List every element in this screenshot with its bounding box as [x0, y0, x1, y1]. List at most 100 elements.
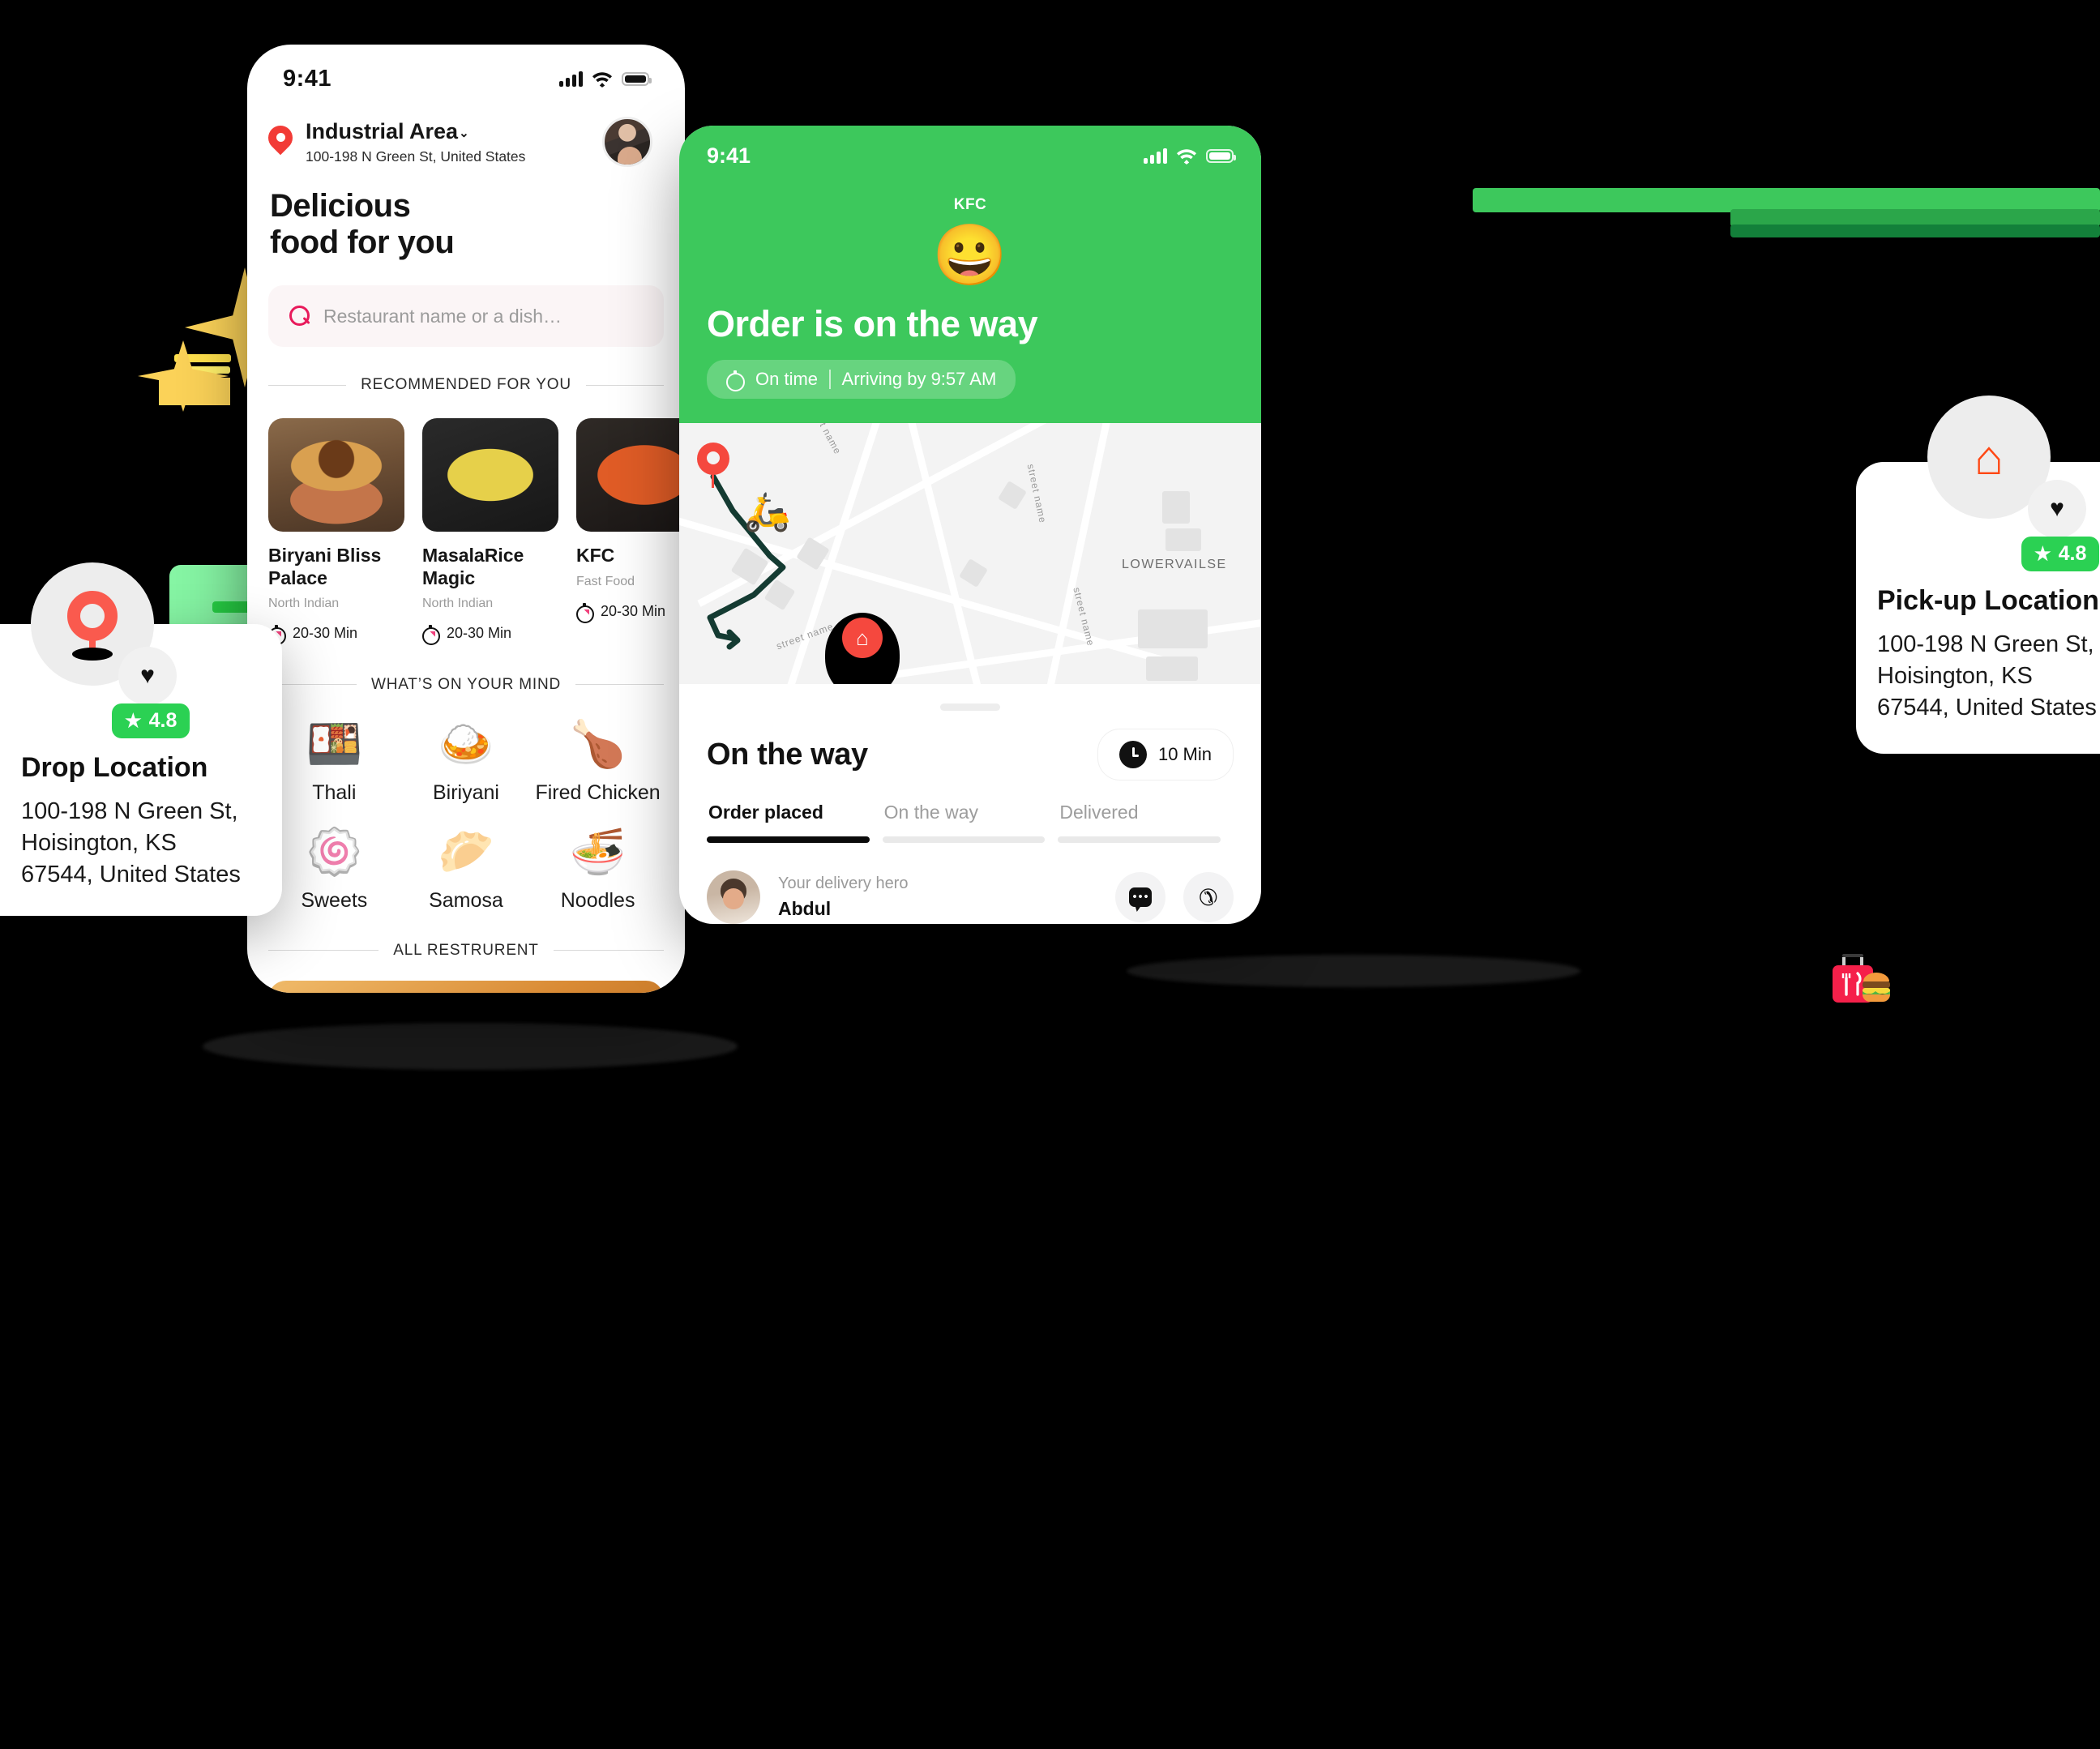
- cellular-bars-icon: [1144, 148, 1167, 164]
- tracking-title: Order is on the way: [707, 303, 1038, 344]
- stopwatch-icon: [422, 624, 440, 645]
- restaurant-card[interactable]: MasalaRice Magic North Indian 20-30 Min: [422, 418, 558, 645]
- category-grid: 🍱 Thali 🍛 Biriyani 🍗 Fired Chicken 🍥 Swe…: [247, 694, 685, 937]
- status-bar: 9:41: [247, 45, 685, 92]
- page-title-line2: food for you: [270, 225, 455, 261]
- card-title: Drop Location: [21, 752, 208, 783]
- chat-button[interactable]: [1115, 872, 1165, 922]
- tab-indicator: [1058, 836, 1221, 843]
- map-pin-icon: [268, 126, 293, 158]
- thali-icon: 🍱: [306, 717, 363, 769]
- star-icon: ★: [2034, 543, 2051, 564]
- map-pin-icon: [67, 591, 118, 661]
- address-line: 100-198 N Green St,: [1877, 631, 2094, 657]
- tab-indicator: [707, 836, 870, 843]
- noodles-icon: 🍜: [569, 825, 627, 877]
- avatar[interactable]: [602, 117, 652, 167]
- status-badge: ★ 4.8: [112, 703, 190, 738]
- status-badge: ★ 4.8: [2021, 537, 2100, 571]
- all-restaurant-banner[interactable]: [268, 980, 664, 993]
- tab-order-placed[interactable]: Order placed: [707, 802, 883, 843]
- address-line: 67544, United States: [21, 862, 241, 888]
- restaurant-name: KFC: [576, 545, 615, 567]
- location-header[interactable]: Industrial Area ⌄ 100-198 N Green St, Un…: [247, 92, 685, 167]
- address-line: 67544, United States: [1877, 695, 2097, 721]
- delivery-hero-label: Your delivery hero: [778, 874, 909, 892]
- category-item-noodles[interactable]: 🍜 Noodles: [532, 825, 664, 913]
- category-item-fried-chicken[interactable]: 🍗 Fired Chicken: [532, 721, 664, 805]
- divider: [553, 950, 665, 951]
- divider: [268, 950, 379, 951]
- restaurant-cuisine: Fast Food: [576, 574, 635, 588]
- divider: [829, 370, 831, 389]
- chevron-down-icon[interactable]: ⌄: [459, 126, 469, 140]
- favorite-button[interactable]: ♥: [2028, 480, 2086, 538]
- address-line: Hoisington, KS: [1877, 663, 2033, 690]
- call-button[interactable]: ✆: [1183, 872, 1234, 922]
- status-time: 9:41: [707, 143, 751, 168]
- restaurant-delivery-time: 20-30 Min: [268, 624, 404, 645]
- platform-shadow: [1127, 955, 1580, 987]
- stopwatch-icon: [726, 370, 745, 391]
- delivery-hero-avatar: [707, 870, 760, 924]
- restaurant-name: Biryani Bliss Palace: [268, 545, 382, 588]
- order-brand: KFC: [953, 196, 987, 213]
- status-bar: 9:41: [707, 143, 1236, 169]
- restaurant-card-list: Biryani Bliss Palace North Indian 20-30 …: [247, 394, 685, 645]
- clock-icon: [1118, 741, 1147, 768]
- location-title: Industrial Area ⌄: [306, 118, 469, 143]
- delivery-hero-row: Your delivery hero Abdul ✆: [707, 870, 1234, 924]
- category-label: Biriyani: [432, 780, 499, 804]
- category-item-samosa[interactable]: 🥟 Samosa: [400, 825, 532, 913]
- food-bag-burger-icon: [1826, 952, 1907, 1017]
- tab-label: On the way: [883, 802, 979, 823]
- category-label: Thali: [312, 780, 357, 804]
- location-address: 100-198 N Green St, United States: [306, 148, 526, 165]
- category-item-sweets[interactable]: 🍥 Sweets: [268, 828, 400, 913]
- search-input[interactable]: Restaurant name or a dish…: [268, 285, 664, 348]
- tab-delivered[interactable]: Delivered: [1058, 802, 1234, 843]
- chat-icon: [1129, 887, 1152, 907]
- sheet-grab-handle[interactable]: [940, 703, 1000, 711]
- mockup-stage: 9:41 Industrial Area ⌄ 100-198 N Green S…: [0, 0, 2100, 1749]
- divider: [585, 384, 665, 386]
- tab-on-the-way[interactable]: On the way: [882, 802, 1059, 843]
- wifi-icon: [592, 71, 612, 88]
- status-time: 9:41: [283, 66, 332, 92]
- eta-minutes: 10 Min: [1157, 744, 1212, 764]
- card-address: 100-198 N Green St, Hoisington, KS 67544…: [1877, 629, 2100, 724]
- favorite-button[interactable]: ♥: [118, 647, 177, 705]
- drop-location-card[interactable]: ♥ ★ 4.8 Drop Location 100-198 N Green St…: [0, 562, 282, 916]
- divider: [268, 384, 347, 386]
- platform-shadow: [203, 1023, 738, 1070]
- stopwatch-icon: [576, 602, 594, 623]
- category-label: Samosa: [429, 888, 503, 912]
- delivery-map[interactable]: street name street name street name stre…: [679, 423, 1261, 684]
- search-placeholder: Restaurant name or a dish…: [323, 305, 562, 327]
- restaurant-cuisine: North Indian: [422, 596, 494, 610]
- category-item-thali[interactable]: 🍱 Thali: [268, 721, 400, 805]
- restaurant-thumbnail: [422, 418, 558, 532]
- restaurant-card[interactable]: Biryani Bliss Palace North Indian 20-30 …: [268, 418, 404, 645]
- delivery-hero-name: Abdul: [778, 898, 832, 919]
- card-address: 100-198 N Green St, Hoisington, KS 67544…: [21, 796, 280, 891]
- home-pin-icon: ⌂: [842, 618, 883, 658]
- category-label: Fired Chicken: [535, 780, 661, 804]
- restaurant-card[interactable]: KFC Fast Food 20-30 Min: [576, 418, 685, 641]
- tab-label: Delivered: [1059, 802, 1139, 823]
- fried-chicken-icon: 🍗: [569, 717, 627, 769]
- heart-icon: ♥: [2050, 495, 2064, 522]
- category-item-biriyani[interactable]: 🍛 Biriyani: [400, 721, 532, 805]
- phone-tracking-screen: 9:41 KFC 😀 Order is on the way On time A…: [679, 126, 1261, 924]
- home-icon: ⌂: [1974, 430, 2004, 485]
- section-header-all-restaurant: ALL RESTRURENT: [268, 942, 665, 960]
- samosa-icon: 🥟: [438, 825, 494, 877]
- wifi-icon: [1177, 148, 1196, 165]
- phone-home-screen: 9:41 Industrial Area ⌄ 100-198 N Green S…: [247, 45, 685, 993]
- pickup-location-card[interactable]: ⌂ ♥ ★ 4.8 Pick-up Location 100-198 N Gre…: [1856, 396, 2100, 754]
- biriyani-icon: 🍛: [438, 717, 494, 769]
- restaurant-thumbnail: [576, 418, 685, 532]
- order-progress-tabs: Order placed On the way Delivered: [707, 802, 1234, 843]
- route-path: [707, 473, 786, 650]
- star-icon: ★: [125, 710, 142, 731]
